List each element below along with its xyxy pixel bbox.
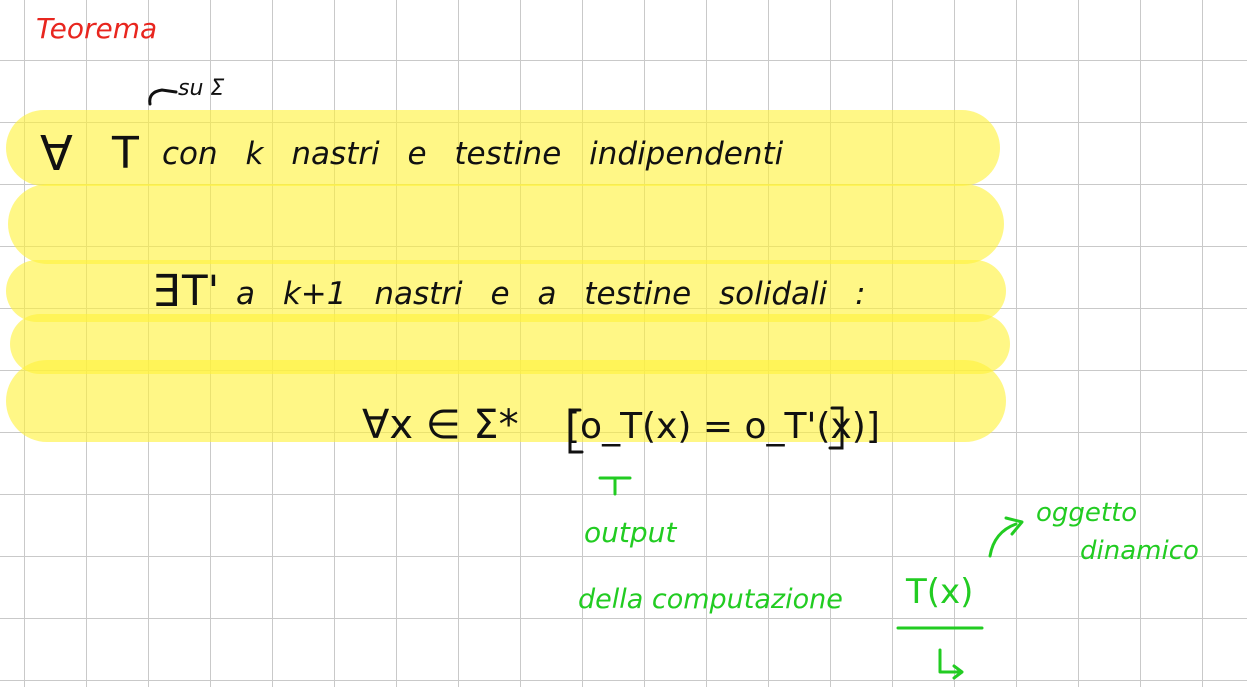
note-oggetto: oggetto (1036, 498, 1138, 528)
quantifier-forall-x-sigma-star: ∀x ∈ Σ* (362, 402, 519, 448)
note-della-computazione: della computazione (578, 584, 843, 615)
forall-symbol: ∀ (40, 126, 73, 182)
note-Tx: T(x) (906, 572, 974, 612)
notebook-page: Teorema su Σ ∀ T con k nastri e testine … (0, 0, 1247, 687)
turing-machine-T: T (112, 128, 139, 179)
line1-text: con k nastri e testine indipendenti (162, 136, 784, 172)
line2-text: a k+1 nastri e a testine solidali : (236, 276, 866, 312)
exists-symbol: ∃ (152, 266, 180, 317)
annotation-su-sigma: su Σ (178, 76, 225, 101)
note-output: output (584, 516, 677, 549)
note-dinamico: dinamico (1080, 536, 1199, 566)
turing-machine-Tprime: T' (182, 266, 220, 315)
output-equality-formula: [o_T(x) = o_T'(x)] (566, 406, 880, 447)
